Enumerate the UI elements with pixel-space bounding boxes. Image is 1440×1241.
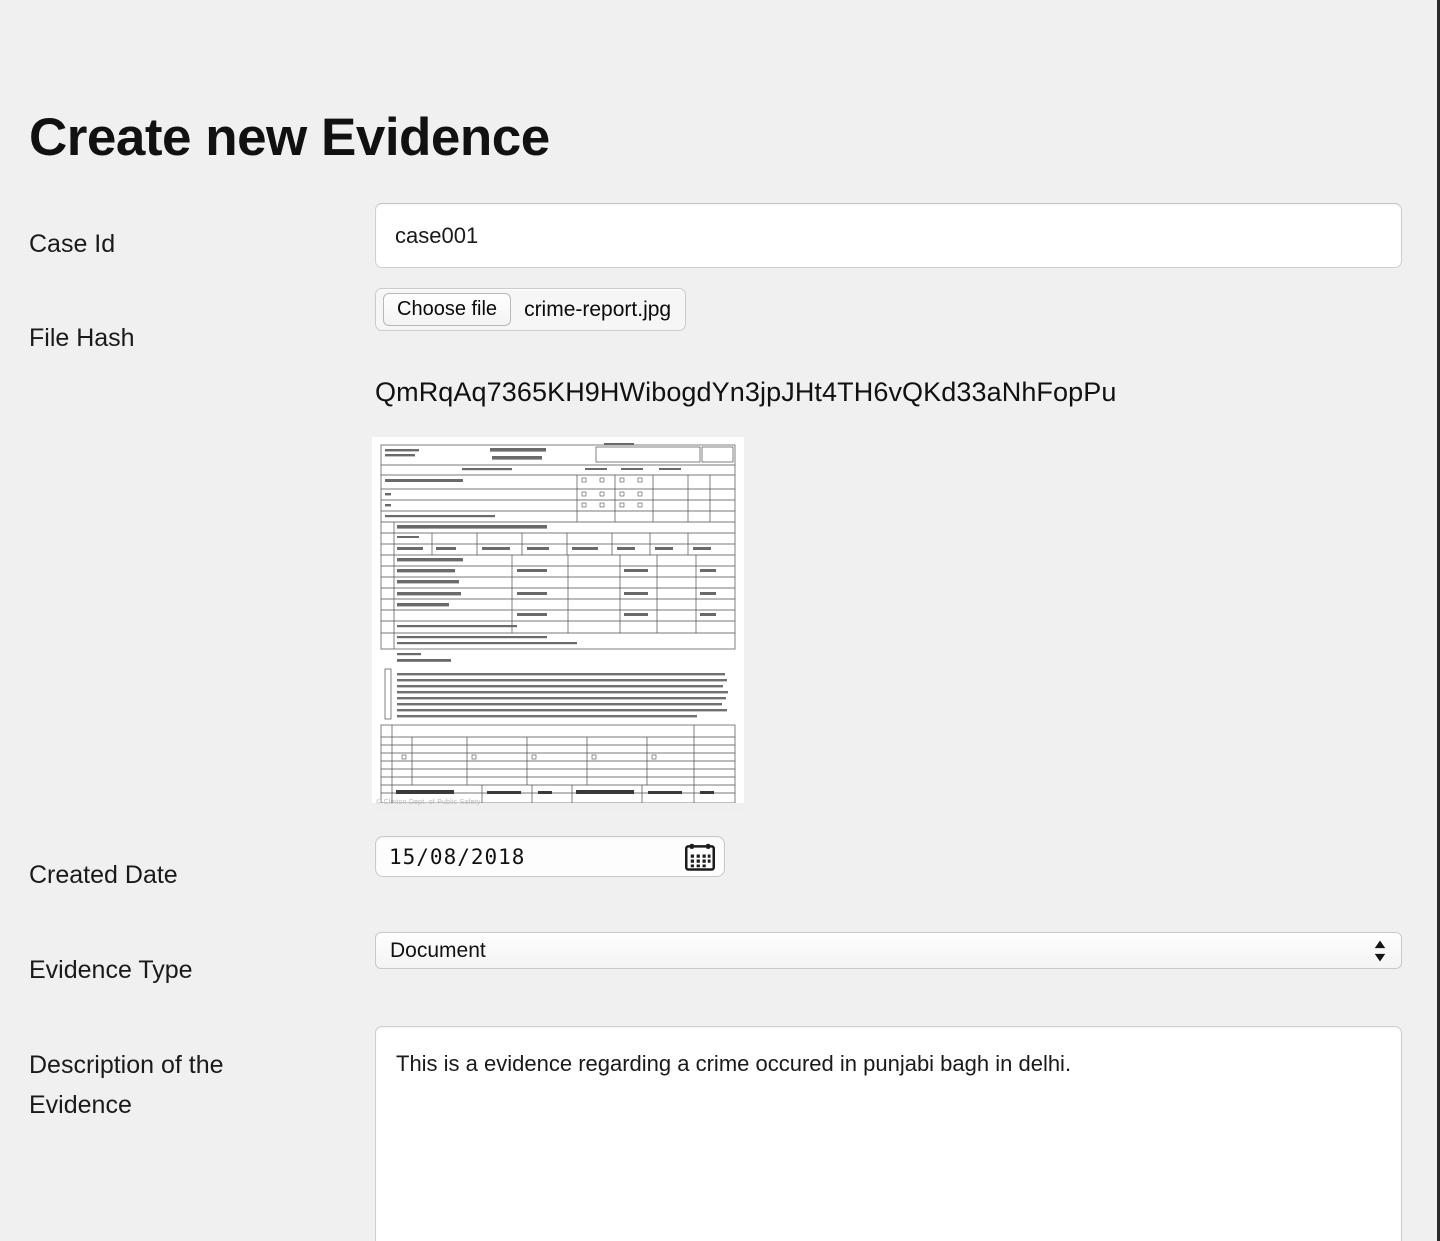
created-date-label: Created Date — [29, 861, 178, 889]
preview-watermark: © Clinton Dept. of Public Safety — [376, 799, 481, 806]
choose-file-button[interactable]: Choose file — [383, 293, 512, 326]
file-hash-value: QmRqAq7365KH9HWibogdYn3jpJHt4TH6vQKd33aN… — [375, 377, 1117, 407]
chevron-up-down-icon[interactable] — [1373, 938, 1387, 964]
selected-file-name: crime-report.jpg — [524, 297, 672, 321]
description-label: Description of the Evidence — [29, 1051, 224, 1119]
evidence-preview-image[interactable]: © Clinton Dept. of Public Safety — [372, 437, 744, 812]
viewport-right-edge — [1432, 0, 1440, 1241]
case-id-input[interactable] — [375, 203, 1402, 268]
created-date-input[interactable]: 15/08/2018 — [375, 836, 725, 877]
description-textarea[interactable] — [375, 1026, 1402, 1241]
create-evidence-page: Create new Evidence Case Id File Hash Ch… — [0, 0, 1440, 1241]
calendar-icon[interactable] — [685, 843, 715, 871]
page-title: Create new Evidence — [29, 107, 550, 167]
case-id-label: Case Id — [29, 230, 116, 258]
evidence-type-select[interactable]: Document — [375, 932, 1402, 969]
evidence-type-label: Evidence Type — [29, 956, 193, 984]
incident-report-scan — [372, 437, 744, 812]
evidence-type-selected-value: Document — [390, 938, 486, 962]
created-date-value: 15/08/2018 — [389, 844, 526, 869]
file-upload-control[interactable]: Choose file crime-report.jpg — [375, 288, 687, 331]
file-hash-label: File Hash — [29, 324, 135, 352]
